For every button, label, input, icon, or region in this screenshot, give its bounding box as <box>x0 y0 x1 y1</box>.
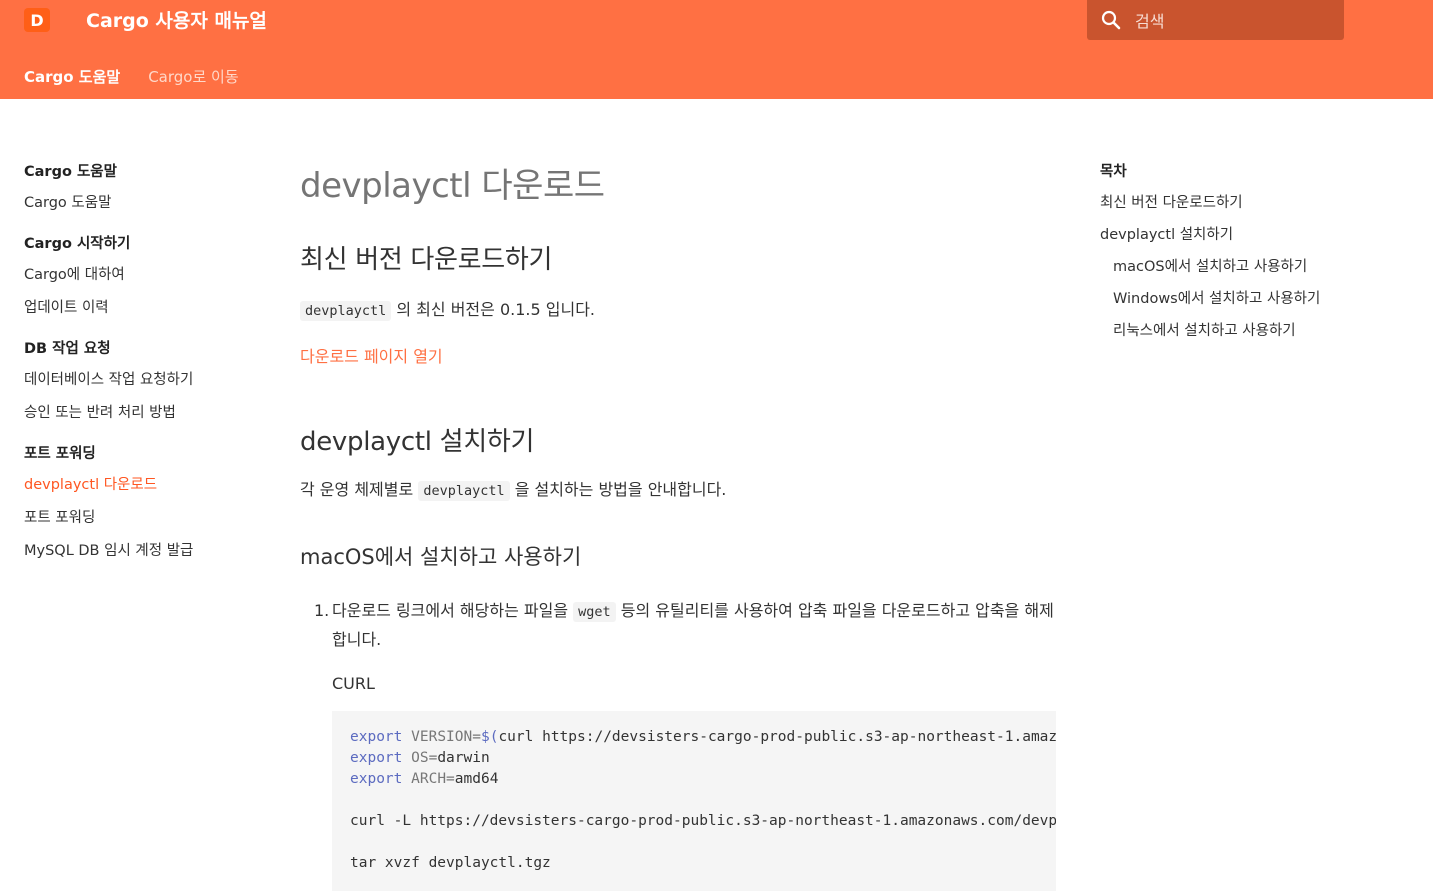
code-text: curl https://devsisters-cargo-prod-publi… <box>498 729 1056 745</box>
site-title[interactable]: Cargo 사용자 매뉴얼 <box>86 6 267 33</box>
sidebar-item-devplayctl-download[interactable]: devplayctl 다운로드 <box>24 473 264 494</box>
sidebar-item-db-request[interactable]: 데이터베이스 작업 요청하기 <box>24 368 264 389</box>
code-keyword: export <box>350 729 403 745</box>
search-box[interactable] <box>1087 0 1344 40</box>
code-variable: OS= <box>411 750 438 766</box>
code-variable: ARCH= <box>411 771 455 787</box>
toc-item-install[interactable]: devplayctl 설치하기 <box>1100 223 1420 244</box>
step1-before: 다운로드 링크에서 해당하는 파일을 <box>332 601 569 620</box>
header-tabs: Cargo 도움말 Cargo로 이동 <box>24 66 239 87</box>
nav-section-title[interactable]: DB 작업 요청 <box>24 337 264 358</box>
inline-code: devplayctl <box>418 481 510 501</box>
code-text: amd64 <box>454 771 499 787</box>
download-page-link[interactable]: 다운로드 페이지 열기 <box>300 343 1056 367</box>
code-keyword: export <box>350 771 403 787</box>
nav-section-port-forwarding: 포트 포워딩 devplayctl 다운로드 포트 포워딩 MySQL DB 임… <box>24 442 264 560</box>
nav-section-help: Cargo 도움말 Cargo 도움말 <box>24 160 264 212</box>
install-intro-after: 을 설치하는 방법을 안내합니다. <box>514 480 727 499</box>
sidebar-item-update-history[interactable]: 업데이트 이력 <box>24 296 264 317</box>
nav-section-getting-started: Cargo 시작하기 Cargo에 대하여 업데이트 이력 <box>24 232 264 317</box>
nav-section-title[interactable]: Cargo 도움말 <box>24 160 264 181</box>
code-subshell: $( <box>480 729 499 745</box>
latest-version-label: 의 최신 버전은 0.1.5 입니다. <box>396 300 595 319</box>
curl-label: CURL <box>332 674 375 693</box>
toc-item-linux[interactable]: 리눅스에서 설치하고 사용하기 <box>1100 319 1420 340</box>
subsection-macos-title: macOS에서 설치하고 사용하기 <box>300 545 582 569</box>
tab-go-to-cargo[interactable]: Cargo로 이동 <box>148 66 238 87</box>
sidebar-item-cargo-help[interactable]: Cargo 도움말 <box>24 191 264 212</box>
sidebar-item-about-cargo[interactable]: Cargo에 대하여 <box>24 263 264 284</box>
nav-section-title[interactable]: Cargo 시작하기 <box>24 232 264 253</box>
nav-section-db-request: DB 작업 요청 데이터베이스 작업 요청하기 승인 또는 반려 처리 방법 <box>24 337 264 422</box>
search-input[interactable] <box>1133 8 1337 34</box>
install-intro-text: 각 운영 체제별로 devplayctl 을 설치하는 방법을 안내합니다. <box>300 476 1056 505</box>
list-number: 1. <box>314 601 330 620</box>
section-latest-version-title: 최신 버전 다운로드하기 <box>300 245 553 275</box>
toc-item-latest-version[interactable]: 최신 버전 다운로드하기 <box>1100 191 1420 212</box>
install-intro-before: 각 운영 체제별로 <box>300 480 414 499</box>
top-header: D Cargo 사용자 매뉴얼 Cargo 도움말 Cargo로 이동 <box>0 0 1433 99</box>
inline-code: wget <box>573 602 616 622</box>
logo-icon[interactable]: D <box>24 8 50 32</box>
code-text: darwin <box>437 750 490 766</box>
list-item-body: 다운로드 링크에서 해당하는 파일을 wget 등의 유틸리티를 사용하여 압축… <box>332 597 1056 891</box>
page-title: devplayctl 다운로드 <box>300 166 605 206</box>
sidebar-item-mysql-temp-account[interactable]: MySQL DB 임시 계정 발급 <box>24 539 264 560</box>
logo-letter: D <box>30 10 44 30</box>
section-install-title: devplayctl 설치하기 <box>300 427 535 457</box>
code-text: curl -L https://devsisters-cargo-prod-pu… <box>350 813 1056 829</box>
sidebar-item-port-forwarding[interactable]: 포트 포워딩 <box>24 506 264 527</box>
toc-item-windows[interactable]: Windows에서 설치하고 사용하기 <box>1100 287 1420 308</box>
left-sidebar: Cargo 도움말 Cargo 도움말 Cargo 시작하기 Cargo에 대하… <box>24 160 264 580</box>
code-keyword: export <box>350 750 403 766</box>
code-variable: VERSION= <box>411 729 481 745</box>
list-item: 1. 다운로드 링크에서 해당하는 파일을 wget 등의 유틸리티를 사용하여… <box>300 597 1056 891</box>
table-of-contents: 목차 최신 버전 다운로드하기 devplayctl 설치하기 macOS에서 … <box>1100 160 1420 351</box>
nav-section-title[interactable]: 포트 포워딩 <box>24 442 264 463</box>
main-content: devplayctl 다운로드 최신 버전 다운로드하기 devplayctl … <box>300 150 1056 891</box>
code-block[interactable]: export VERSION=$(curl https://devsisters… <box>332 711 1056 891</box>
sidebar-item-approve-reject[interactable]: 승인 또는 반려 처리 방법 <box>24 401 264 422</box>
toc-title: 목차 <box>1100 164 1127 180</box>
code-text: tar xvzf devplayctl.tgz <box>350 855 551 871</box>
search-icon <box>1101 10 1121 30</box>
tab-cargo-help[interactable]: Cargo 도움말 <box>24 66 120 87</box>
toc-item-macos[interactable]: macOS에서 설치하고 사용하기 <box>1100 255 1420 276</box>
step1-text: 다운로드 링크에서 해당하는 파일을 wget 등의 유틸리티를 사용하여 압축… <box>332 597 1056 654</box>
inline-code: devplayctl <box>300 301 392 321</box>
latest-version-text: devplayctl 의 최신 버전은 0.1.5 입니다. <box>300 296 1056 325</box>
